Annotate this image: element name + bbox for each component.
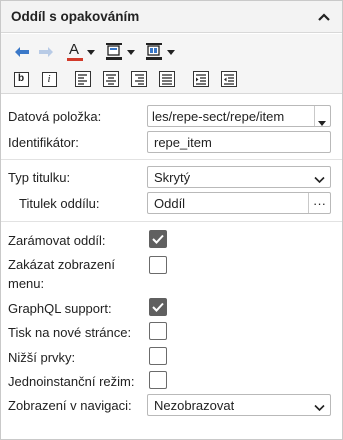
checkmark-icon (152, 302, 164, 312)
hide-menu-label-line1: Zakázat zobrazení (8, 257, 115, 272)
align-center-icon (103, 71, 119, 87)
print-new-page-checkbox[interactable] (149, 322, 167, 340)
nav-display-label: Zobrazení v navigaci: (8, 398, 132, 413)
align-justify-icon (159, 71, 175, 87)
section-title-input[interactable]: Oddíl ··· (147, 192, 331, 214)
lower-items-label: Nižší prvky: (8, 350, 76, 365)
align-right-icon (131, 71, 147, 87)
align-center-button[interactable] (101, 69, 121, 89)
section-title-value: Oddíl (154, 196, 186, 211)
italic-icon: i (41, 71, 57, 87)
identifier-input[interactable]: repe_item (147, 131, 331, 153)
chevron-down-icon (314, 400, 325, 415)
chevron-up-icon[interactable] (314, 7, 334, 27)
identifier-label: Identifikátor: (8, 135, 79, 150)
divider (1, 221, 342, 222)
bold-button[interactable]: b (11, 69, 31, 89)
single-instance-label: Jednoinstanční režim: (8, 374, 135, 389)
title-type-value: Skrytý (154, 170, 191, 185)
identifier-value: repe_item (154, 135, 212, 150)
section-title-label: Titulek oddílu: (19, 196, 100, 211)
background-color-dropdown[interactable] (105, 41, 135, 64)
data-item-value: les/repe-sect/repe/item (152, 109, 285, 124)
hide-menu-checkbox[interactable] (149, 256, 167, 274)
outdent-icon (221, 71, 237, 87)
print-new-page-label: Tisk na nové stránce: (8, 325, 132, 340)
italic-button[interactable]: i (39, 69, 59, 89)
caret-down-icon (318, 114, 326, 129)
title-type-label: Typ titulku: (8, 170, 71, 185)
checkmark-icon (152, 234, 164, 244)
graphql-checkbox[interactable] (149, 298, 167, 316)
panel-header[interactable]: Oddíl s opakováním (1, 1, 342, 33)
font-color-dropdown[interactable]: A (67, 42, 95, 62)
align-left-icon (75, 71, 91, 87)
chevron-down-icon (314, 172, 325, 187)
bold-icon: b (13, 71, 29, 87)
border-color-dropdown[interactable] (145, 41, 175, 64)
align-right-button[interactable] (129, 69, 149, 89)
align-justify-button[interactable] (157, 69, 177, 89)
outdent-button[interactable] (219, 69, 239, 89)
arrow-left-icon[interactable] (11, 41, 33, 63)
font-color-glyph: A (69, 41, 80, 58)
data-item-select[interactable]: les/repe-sect/repe/item (147, 105, 331, 127)
indent-button[interactable] (191, 69, 211, 89)
background-color-icon (105, 41, 123, 64)
align-left-button[interactable] (73, 69, 93, 89)
formatting-toolbar: A b i (1, 34, 342, 94)
single-instance-checkbox[interactable] (149, 371, 167, 389)
hide-menu-label-line2: menu: (8, 276, 45, 291)
font-color-icon: A (67, 42, 83, 62)
title-type-select[interactable]: Skrytý (147, 166, 331, 188)
nav-display-value: Nezobrazovat (154, 398, 235, 413)
frame-section-checkbox[interactable] (149, 230, 167, 248)
graphql-label: GraphQL support: (8, 301, 112, 316)
lower-items-checkbox[interactable] (149, 347, 167, 365)
data-item-label: Datová položka: (8, 109, 102, 124)
divider (1, 159, 342, 160)
section-properties-panel: Oddíl s opakováním A b i Datová položka:… (0, 0, 343, 440)
border-color-icon (145, 41, 163, 64)
arrow-right-icon[interactable] (35, 41, 57, 63)
more-options-button[interactable]: ··· (308, 193, 330, 213)
indent-icon (193, 71, 209, 87)
nav-display-select[interactable]: Nezobrazovat (147, 394, 331, 416)
panel-title: Oddíl s opakováním (11, 9, 140, 24)
frame-section-label: Zarámovat oddíl: (8, 233, 106, 248)
